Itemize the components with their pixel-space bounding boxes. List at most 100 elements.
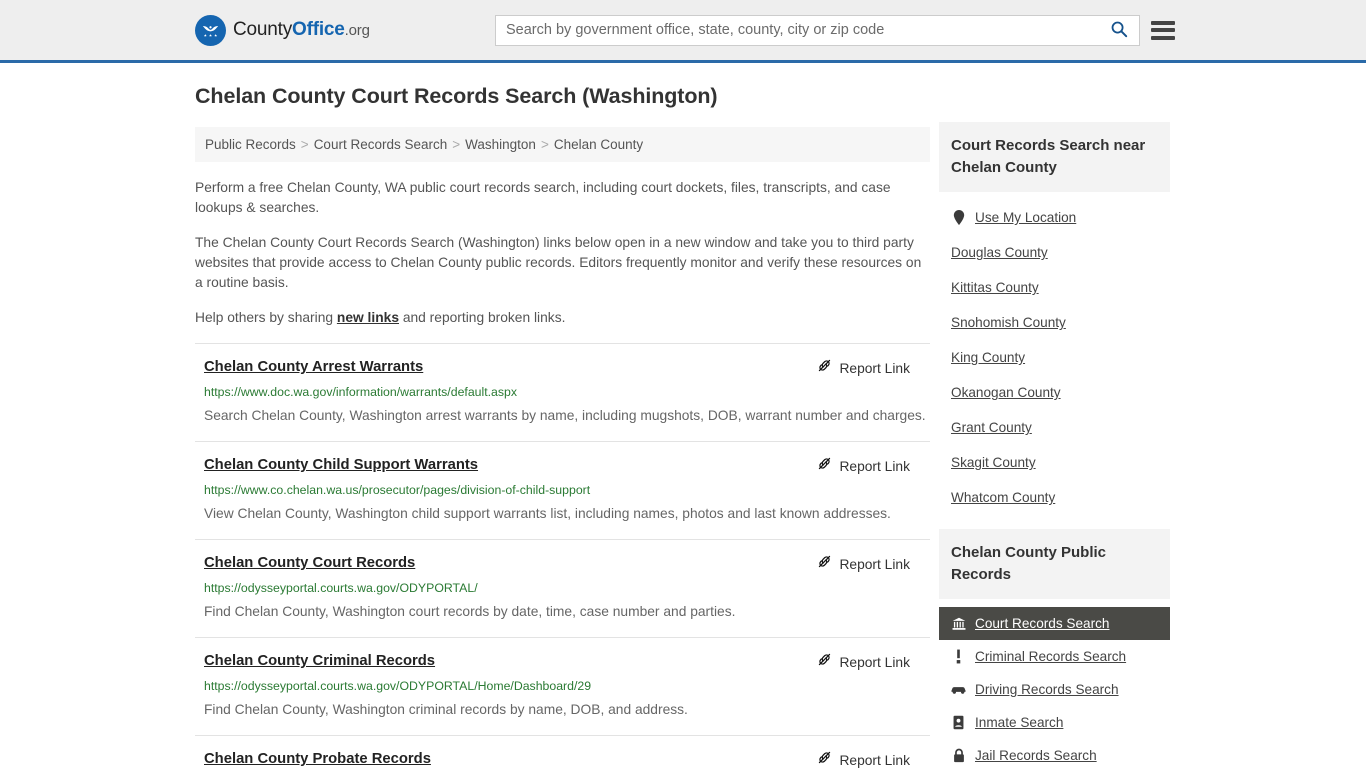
sidebar-item-court-records-search[interactable]: Court Records Search: [939, 607, 1170, 640]
main-content: Chelan County Court Records Search (Wash…: [195, 84, 930, 768]
sidebar-item-whatcom-county[interactable]: Whatcom County: [939, 480, 1170, 515]
result-description: Search Chelan County, Washington arrest …: [204, 408, 926, 423]
list-item: Kittitas County: [939, 270, 1170, 305]
list-item: Criminal Records Search: [939, 640, 1170, 673]
result-description: View Chelan County, Washington child sup…: [204, 506, 891, 521]
hamburger-bar: [1151, 28, 1175, 32]
report-link-button[interactable]: Report Link: [817, 456, 930, 476]
search-icon: [1110, 20, 1128, 41]
exclamation-icon: [951, 649, 966, 664]
sidebar-item-label: Inmate Search: [975, 715, 1064, 730]
sidebar-item-king-county[interactable]: King County: [939, 340, 1170, 375]
sidebar-item-label: King County: [951, 350, 1026, 365]
search-button[interactable]: [1099, 16, 1139, 45]
results-list: Chelan County Arrest Warrants Report Lin…: [195, 343, 930, 768]
sidebar-item-label: Grant County: [951, 420, 1032, 435]
sidebar-item-kittitas-county[interactable]: Kittitas County: [939, 270, 1170, 305]
result-item: Chelan County Probate Records Report Lin…: [195, 735, 930, 768]
result-url[interactable]: https://odysseyportal.courts.wa.gov/ODYP…: [204, 580, 930, 596]
breadcrumb-separator: >: [540, 137, 549, 152]
sidebar-item-label: Jail Records Search: [975, 748, 1097, 763]
nearby-counties-list: Use My Location Douglas County Kittitas …: [939, 200, 1170, 515]
breadcrumb-item-public-records[interactable]: Public Records: [205, 137, 296, 152]
result-title-link[interactable]: Chelan County Arrest Warrants: [204, 357, 423, 377]
map-pin-icon: [951, 210, 966, 225]
site-logo[interactable]: CountyOffice.org: [195, 14, 370, 46]
id-card-icon: [951, 715, 966, 730]
result-item: Chelan County Child Support Warrants Rep…: [195, 441, 930, 539]
breadcrumb: Public Records > Court Records Search > Wash…: [195, 127, 930, 162]
sidebar-item-douglas-county[interactable]: Douglas County: [939, 235, 1170, 270]
result-description: Find Chelan County, Washington court rec…: [204, 604, 736, 619]
list-item: King County: [939, 340, 1170, 375]
sidebar: Court Records Search near Chelan County …: [939, 122, 1170, 768]
result-title-link[interactable]: Chelan County Court Records: [204, 553, 415, 573]
list-item: Court Records Search: [939, 607, 1170, 640]
public-records-panel-heading: Chelan County Public Records: [939, 529, 1170, 599]
sidebar-item-skagit-county[interactable]: Skagit County: [939, 445, 1170, 480]
page-title: Chelan County Court Records Search (Wash…: [195, 84, 718, 108]
list-item: Jail Records Search: [939, 739, 1170, 768]
list-item: Douglas County: [939, 235, 1170, 270]
result-item: Chelan County Court Records Report Link …: [195, 539, 930, 637]
site-header: CountyOffice.org: [0, 0, 1366, 63]
result-description: Find Chelan County, Washington criminal …: [204, 702, 688, 717]
sidebar-item-grant-county[interactable]: Grant County: [939, 410, 1170, 445]
report-link-button[interactable]: Report Link: [817, 358, 930, 378]
share-text-after: and reporting broken links.: [399, 310, 566, 325]
sidebar-item-jail-records-search[interactable]: Jail Records Search: [939, 739, 1170, 768]
report-link-label: Report Link: [839, 556, 910, 572]
report-link-label: Report Link: [839, 752, 910, 768]
eagle-seal-icon: [195, 14, 226, 46]
sidebar-item-inmate-search[interactable]: Inmate Search: [939, 706, 1170, 739]
nearby-panel-heading: Court Records Search near Chelan County: [939, 122, 1170, 192]
broken-link-icon: [817, 358, 832, 378]
sidebar-item-okanogan-county[interactable]: Okanogan County: [939, 375, 1170, 410]
result-url[interactable]: https://www.co.chelan.wa.us/prosecutor/p…: [204, 482, 930, 498]
search-bar: [495, 14, 1140, 46]
search-input[interactable]: [496, 15, 1099, 45]
courthouse-icon: [951, 617, 966, 631]
lock-icon: [951, 748, 966, 763]
public-records-list: Court Records Search Criminal Records Se…: [939, 607, 1170, 768]
list-item: Inmate Search: [939, 706, 1170, 739]
sidebar-item-snohomish-county[interactable]: Snohomish County: [939, 305, 1170, 340]
result-url[interactable]: https://www.doc.wa.gov/information/warra…: [204, 384, 930, 400]
sidebar-item-label: Okanogan County: [951, 385, 1061, 400]
logo-text-county: County: [233, 19, 293, 40]
logo-text-office: Office: [292, 19, 345, 40]
list-item: Use My Location: [939, 200, 1170, 235]
new-links-link[interactable]: new links: [337, 310, 399, 325]
report-link-button[interactable]: Report Link: [817, 652, 930, 672]
sidebar-item-label: Use My Location: [975, 210, 1077, 225]
breadcrumb-item-washington[interactable]: Washington: [465, 137, 536, 152]
sidebar-item-label: Court Records Search: [975, 616, 1110, 631]
report-link-button[interactable]: Report Link: [817, 554, 930, 574]
list-item: Skagit County: [939, 445, 1170, 480]
broken-link-icon: [817, 456, 832, 476]
sidebar-item-criminal-records-search[interactable]: Criminal Records Search: [939, 640, 1170, 673]
sidebar-item-label: Driving Records Search: [975, 682, 1119, 697]
result-title-link[interactable]: Chelan County Child Support Warrants: [204, 455, 478, 475]
sidebar-item-label: Skagit County: [951, 455, 1036, 470]
sidebar-item-driving-records-search[interactable]: Driving Records Search: [939, 673, 1170, 706]
list-item: Snohomish County: [939, 305, 1170, 340]
site-logo-text: CountyOffice.org: [233, 19, 370, 41]
result-title-link[interactable]: Chelan County Probate Records: [204, 749, 431, 768]
sidebar-item-label: Whatcom County: [951, 490, 1056, 505]
hamburger-menu-icon[interactable]: [1151, 20, 1175, 40]
report-link-label: Report Link: [839, 360, 910, 376]
report-link-button[interactable]: Report Link: [817, 750, 930, 768]
result-title-link[interactable]: Chelan County Criminal Records: [204, 651, 435, 671]
intro-paragraph-1: Perform a free Chelan County, WA public …: [195, 180, 891, 215]
result-header: Chelan County Criminal Records Report Li…: [204, 651, 930, 672]
broken-link-icon: [817, 554, 832, 574]
share-text-before: Help others by sharing: [195, 310, 337, 325]
breadcrumb-item-court-records-search[interactable]: Court Records Search: [314, 137, 448, 152]
list-item: Okanogan County: [939, 375, 1170, 410]
breadcrumb-separator: >: [452, 137, 461, 152]
list-item: Driving Records Search: [939, 673, 1170, 706]
breadcrumb-item-chelan-county[interactable]: Chelan County: [554, 137, 643, 152]
result-url[interactable]: https://odysseyportal.courts.wa.gov/ODYP…: [204, 678, 930, 694]
sidebar-item-use-my-location[interactable]: Use My Location: [939, 200, 1170, 235]
